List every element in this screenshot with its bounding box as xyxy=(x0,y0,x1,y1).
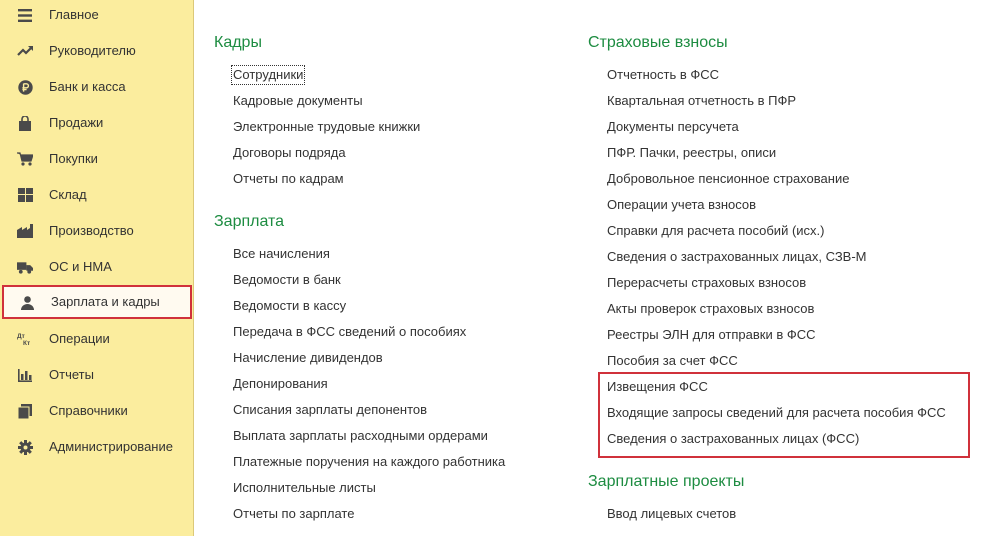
sidebar-item-operations[interactable]: Дт Кт Операции xyxy=(0,321,193,357)
dt-label: Дт xyxy=(17,333,25,340)
sidebar-item-salary-hr[interactable]: Зарплата и кадры xyxy=(2,285,192,319)
section-title-kadry: Кадры xyxy=(214,34,262,51)
link-cash-statements[interactable]: Ведомости в кассу xyxy=(233,298,346,314)
warehouse-icon xyxy=(17,187,33,203)
link-all-accruals[interactable]: Все начисления xyxy=(233,246,330,262)
link-employees[interactable]: Сотрудники xyxy=(230,65,306,85)
link-fss-notices[interactable]: Извещения ФСС xyxy=(607,379,708,395)
sidebar-item-main[interactable]: Главное xyxy=(0,0,193,33)
link-insured-persons-fss[interactable]: Сведения о застрахованных лицах (ФСС) xyxy=(607,431,859,447)
section-title-strakhovye: Страховые взносы xyxy=(588,34,728,51)
link-cash-order-payout[interactable]: Выплата зарплаты расходными ордерами xyxy=(233,428,488,444)
link-pfr-quarterly[interactable]: Квартальная отчетность в ПФР xyxy=(607,93,796,109)
link-szv-m[interactable]: Сведения о застрахованных лицах, СЗВ-М xyxy=(607,249,867,265)
sidebar-item-manager[interactable]: Руководителю xyxy=(0,33,193,69)
link-recalculations[interactable]: Перерасчеты страховых взносов xyxy=(607,275,806,291)
link-electronic-workbooks[interactable]: Электронные трудовые книжки xyxy=(233,119,420,135)
sidebar-item-label: Операции xyxy=(49,331,110,346)
section-title-zarplatnye: Зарплатные проекты xyxy=(588,473,745,490)
ruble-icon xyxy=(17,79,33,95)
sidebar-item-label: Производство xyxy=(49,223,134,238)
sidebar-item-label: Руководителю xyxy=(49,43,136,58)
link-benefit-certificates[interactable]: Справки для расчета пособий (исх.) xyxy=(607,223,824,239)
sidebar-item-assets[interactable]: ОС и НМА xyxy=(0,249,193,285)
person-icon xyxy=(19,295,35,311)
sidebar-item-label: Справочники xyxy=(49,403,128,418)
link-depositing[interactable]: Депонирования xyxy=(233,376,328,392)
sidebar-item-label: Отчеты xyxy=(49,367,94,382)
link-contribution-operations[interactable]: Операции учета взносов xyxy=(607,197,756,213)
link-fss-benefits-transfer[interactable]: Передача в ФСС сведений о пособиях xyxy=(233,324,466,340)
sidebar-item-label: Покупки xyxy=(49,151,98,166)
link-writs[interactable]: Исполнительные листы xyxy=(233,480,376,496)
link-hr-reports[interactable]: Отчеты по кадрам xyxy=(233,171,344,187)
link-payment-orders[interactable]: Платежные поручения на каждого работника xyxy=(233,454,505,470)
link-personal-accounting-docs[interactable]: Документы персучета xyxy=(607,119,739,135)
link-pfr-packs[interactable]: ПФР. Пачки, реестры, описи xyxy=(607,145,776,161)
factory-icon xyxy=(17,223,33,239)
cart-icon xyxy=(17,151,33,167)
sidebar-item-label: Главное xyxy=(49,7,99,22)
link-eln-registers[interactable]: Реестры ЭЛН для отправки в ФСС xyxy=(607,327,816,343)
link-audit-acts[interactable]: Акты проверок страховых взносов xyxy=(607,301,814,317)
dt-kt-icon: Дт Кт xyxy=(17,331,33,347)
link-incoming-requests[interactable]: Входящие запросы сведений для расчета по… xyxy=(607,405,946,421)
link-personal-accounts[interactable]: Ввод лицевых счетов xyxy=(607,506,736,522)
sidebar-item-admin[interactable]: Администрирование xyxy=(0,429,193,465)
trend-icon xyxy=(17,43,33,59)
link-hr-documents[interactable]: Кадровые документы xyxy=(233,93,363,109)
sidebar-item-purchases[interactable]: Покупки xyxy=(0,141,193,177)
bag-icon xyxy=(17,115,33,131)
kt-label: Кт xyxy=(23,340,30,346)
link-contracts[interactable]: Договоры подряда xyxy=(233,145,346,161)
link-fss-benefits[interactable]: Пособия за счет ФСС xyxy=(607,353,738,369)
menu-icon xyxy=(17,7,33,23)
sidebar-item-label: Банк и касса xyxy=(49,79,126,94)
link-bank-statements[interactable]: Ведомости в банк xyxy=(233,272,341,288)
truck-icon xyxy=(17,259,33,275)
sidebar-item-label: Склад xyxy=(49,187,87,202)
sidebar-item-sales[interactable]: Продажи xyxy=(0,105,193,141)
sidebar-item-label: Администрирование xyxy=(49,439,173,454)
sidebar-item-label: Продажи xyxy=(49,115,104,130)
link-fss-reporting[interactable]: Отчетность в ФСС xyxy=(607,67,719,83)
link-dividends[interactable]: Начисление дивидендов xyxy=(233,350,383,366)
link-voluntary-pension[interactable]: Добровольное пенсионное страхование xyxy=(607,171,849,187)
link-depositor-writeoffs[interactable]: Списания зарплаты депонентов xyxy=(233,402,427,418)
sidebar-item-warehouse[interactable]: Склад xyxy=(0,177,193,213)
link-salary-reports[interactable]: Отчеты по зарплате xyxy=(233,506,354,522)
sidebar: Главное Руководителю Банк и касса Продаж… xyxy=(0,0,194,536)
sidebar-item-reports[interactable]: Отчеты xyxy=(0,357,193,393)
sidebar-item-label: ОС и НМА xyxy=(49,259,112,274)
books-icon xyxy=(17,403,33,419)
sidebar-item-catalogs[interactable]: Справочники xyxy=(0,393,193,429)
sidebar-item-label: Зарплата и кадры xyxy=(51,294,160,309)
gear-icon xyxy=(17,439,33,455)
section-title-zarplata: Зарплата xyxy=(214,213,285,230)
sidebar-item-bank[interactable]: Банк и касса xyxy=(0,69,193,105)
bar-chart-icon xyxy=(17,367,33,383)
sidebar-item-production[interactable]: Производство xyxy=(0,213,193,249)
